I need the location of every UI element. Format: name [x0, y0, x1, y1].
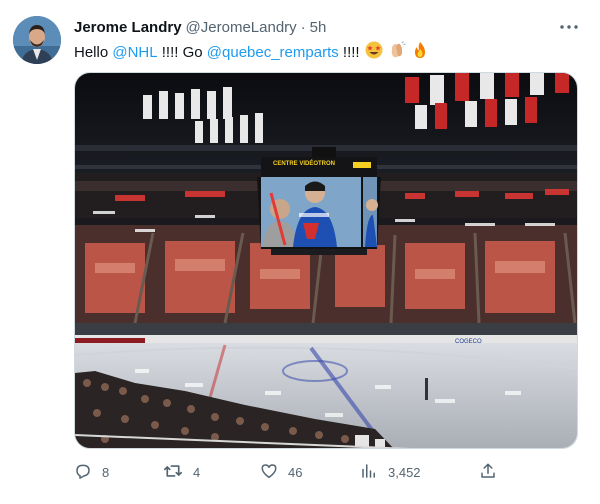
star-struck-emoji — [365, 41, 383, 65]
clapping-hands-emoji — [388, 41, 406, 65]
share-icon[interactable] — [479, 462, 497, 483]
text-part: Hello — [74, 44, 113, 61]
timestamp[interactable]: 5h — [310, 19, 327, 36]
fire-emoji — [411, 41, 429, 65]
avatar[interactable] — [13, 16, 61, 64]
reply-icon[interactable] — [74, 462, 92, 483]
author-name[interactable]: Jerome Landry — [74, 19, 182, 36]
tweet-header: Jerome Landry @JeromeLandry · 5h — [74, 16, 326, 38]
reply-count: 8 — [102, 464, 110, 480]
author-handle[interactable]: @JeromeLandry — [186, 19, 297, 36]
tweet-text: Hello @NHL !!!! Go @quebec_remparts !!!! — [74, 41, 429, 65]
like-count: 46 — [288, 464, 303, 480]
more-options-icon[interactable] — [558, 16, 580, 38]
like-icon[interactable] — [260, 462, 278, 483]
scoreboard-text: CENTRE VIDÉOTRON — [273, 159, 335, 167]
text-part: !!!! — [338, 44, 360, 61]
retweet-icon[interactable] — [163, 462, 183, 483]
like-button[interactable]: 46 — [260, 462, 302, 483]
reply-button[interactable]: 8 — [74, 462, 109, 483]
text-part: !!!! Go — [157, 44, 207, 61]
share-button[interactable] — [479, 462, 497, 483]
tweet-actions: 8 4 46 3,452 — [74, 460, 504, 484]
tweet[interactable]: Jerome Landry @JeromeLandry · 5h Hello @… — [0, 0, 600, 504]
retweet-count: 4 — [193, 464, 201, 480]
separator: · — [300, 18, 306, 36]
view-count: 3,452 — [388, 464, 421, 480]
mention-quebec-remparts[interactable]: @quebec_remparts — [207, 43, 339, 63]
views-icon[interactable] — [360, 462, 378, 483]
retweet-button[interactable]: 4 — [163, 462, 200, 483]
views-button[interactable]: 3,452 — [360, 462, 421, 483]
mention-nhl[interactable]: @NHL — [112, 43, 157, 63]
tweet-image[interactable]: COGECO CENTRE VIDÉOTRON — [74, 72, 578, 449]
